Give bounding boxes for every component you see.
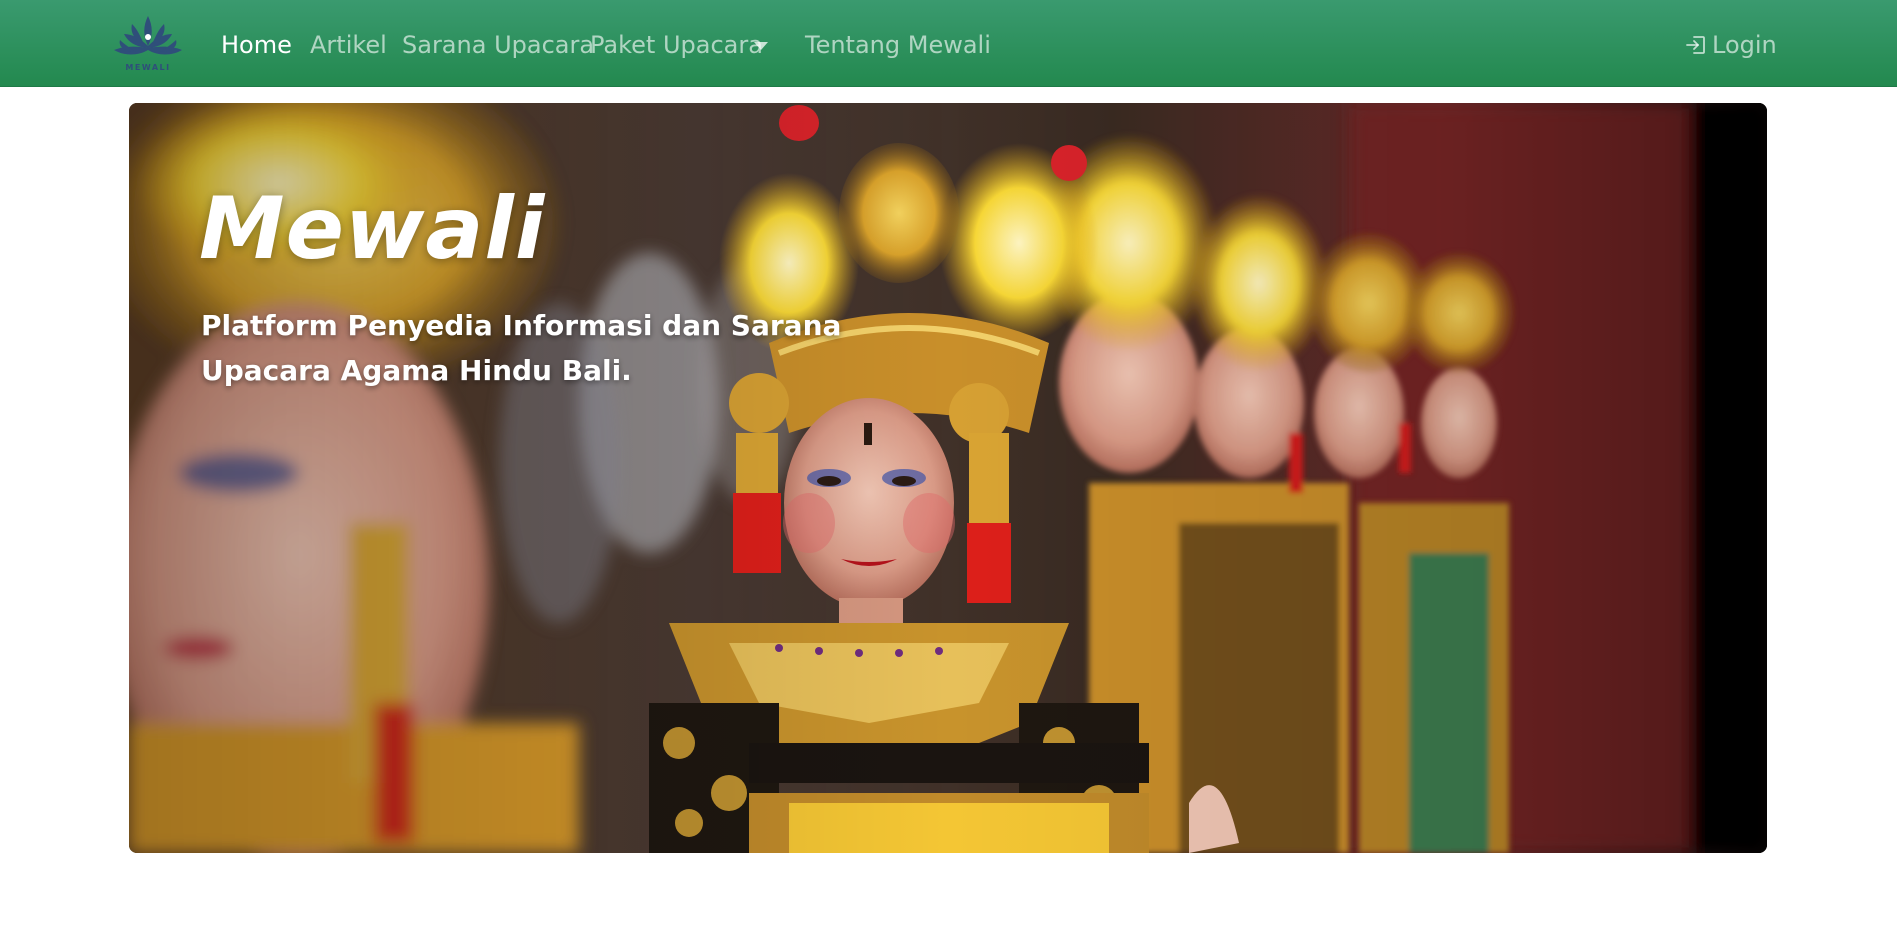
- nav-link-tentang-mewali[interactable]: Tentang Mewali: [805, 28, 991, 62]
- mewali-logo[interactable]: MEWALI: [110, 12, 186, 74]
- login-icon[interactable]: [1684, 33, 1708, 57]
- login-link[interactable]: Login: [1712, 28, 1777, 62]
- nav-link-paket-upacara[interactable]: Paket Upacara: [590, 28, 763, 62]
- top-navbar: MEWALI Home Artikel Sarana Upacara Paket…: [0, 0, 1897, 87]
- hero-banner: Mewali Platform Penyedia Informasi dan S…: [129, 103, 1767, 853]
- lotus-logo-icon: MEWALI: [114, 16, 182, 72]
- caret-down-icon[interactable]: [754, 42, 768, 50]
- nav-link-home[interactable]: Home: [221, 28, 292, 62]
- hero-title: Mewali: [199, 179, 546, 279]
- logo-wordmark: MEWALI: [125, 63, 170, 72]
- nav-link-sarana-upacara[interactable]: Sarana Upacara: [402, 28, 594, 62]
- nav-link-artikel[interactable]: Artikel: [310, 28, 387, 62]
- hero-subtitle: Platform Penyedia Informasi dan Sarana U…: [201, 309, 842, 387]
